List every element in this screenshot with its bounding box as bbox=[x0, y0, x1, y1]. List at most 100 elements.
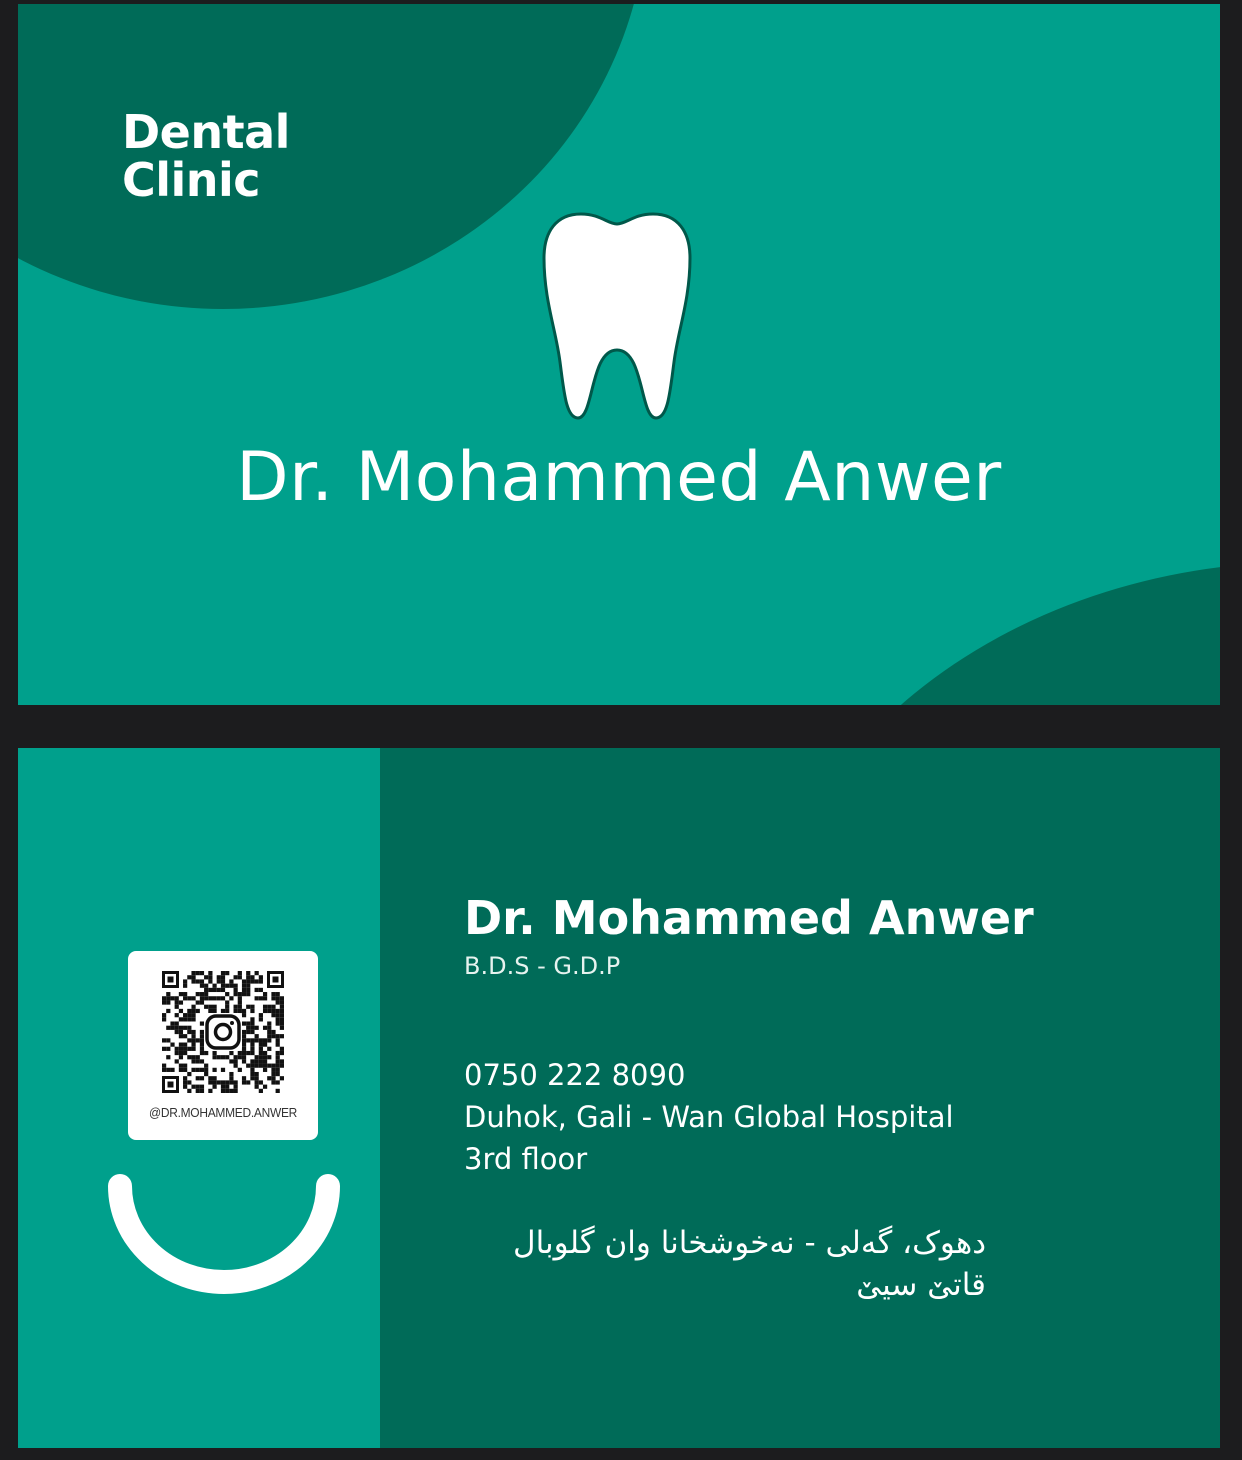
qr-module bbox=[183, 1067, 188, 1072]
qr-module bbox=[271, 1063, 276, 1068]
qr-module bbox=[258, 996, 263, 1001]
qr-module bbox=[187, 1088, 192, 1093]
qr-module bbox=[162, 1046, 167, 1051]
qr-module bbox=[191, 1059, 196, 1064]
qr-module bbox=[187, 1080, 192, 1085]
qr-module bbox=[220, 1088, 226, 1093]
qr-module bbox=[237, 971, 242, 976]
qr-module bbox=[241, 1029, 247, 1035]
qr-module bbox=[262, 1025, 268, 1030]
qr-module bbox=[199, 996, 205, 1001]
qr-module bbox=[199, 983, 205, 988]
qr-module bbox=[258, 1055, 263, 1060]
qr-code[interactable] bbox=[162, 971, 284, 1093]
qr-module bbox=[220, 1055, 226, 1060]
qr-module bbox=[275, 1080, 280, 1085]
qr-module bbox=[220, 996, 226, 1001]
contact-info: Dr. Mohammed Anwer B.D.S - G.D.P 0750 22… bbox=[464, 888, 1034, 1306]
qr-module bbox=[250, 1017, 255, 1022]
qr-module bbox=[246, 1063, 251, 1068]
qr-module bbox=[233, 1084, 238, 1089]
qr-module bbox=[267, 1038, 272, 1043]
qr-module bbox=[241, 1055, 247, 1060]
qr-module bbox=[212, 996, 217, 1001]
qr-module bbox=[191, 975, 196, 980]
qr-module bbox=[233, 1080, 238, 1085]
qr-module bbox=[178, 1067, 184, 1072]
qr-module bbox=[246, 1004, 251, 1009]
qr-module bbox=[199, 1029, 205, 1035]
qr-module bbox=[279, 1046, 284, 1051]
qr-module bbox=[183, 1063, 188, 1068]
qr-module bbox=[241, 1034, 247, 1039]
qr-module bbox=[162, 996, 167, 1001]
qr-module bbox=[262, 1050, 268, 1056]
qr-module bbox=[237, 992, 242, 997]
qr-module bbox=[254, 1080, 259, 1085]
qr-module bbox=[262, 1038, 268, 1043]
qr-module bbox=[187, 1013, 192, 1018]
qr-module bbox=[178, 1050, 184, 1056]
qr-module bbox=[258, 1038, 263, 1043]
qr-module bbox=[233, 1008, 238, 1014]
qr-module bbox=[162, 1013, 167, 1018]
qr-module bbox=[183, 1080, 188, 1085]
qr-module bbox=[199, 1000, 205, 1005]
qr-module bbox=[178, 992, 184, 997]
qr-module bbox=[191, 1008, 196, 1014]
qr-module bbox=[199, 979, 205, 984]
qr-module bbox=[279, 1076, 284, 1081]
qr-module bbox=[246, 1029, 251, 1035]
qr-module bbox=[187, 1025, 192, 1030]
doctor-name-back: Dr. Mohammed Anwer bbox=[464, 891, 1034, 945]
qr-module bbox=[275, 996, 280, 1001]
qr-module bbox=[191, 971, 196, 976]
qr-module bbox=[246, 992, 251, 997]
qr-module bbox=[233, 1055, 238, 1060]
qr-module bbox=[199, 1076, 205, 1081]
qr-module bbox=[166, 1025, 171, 1030]
qr-module bbox=[229, 1050, 234, 1056]
qr-module bbox=[183, 983, 188, 988]
qr-module bbox=[162, 1000, 167, 1005]
qr-module bbox=[271, 996, 276, 1001]
qr-module bbox=[220, 975, 226, 980]
qr-module bbox=[208, 975, 213, 980]
qr-module bbox=[271, 1004, 276, 1009]
qr-module bbox=[225, 1004, 230, 1009]
corner-shape-bottom-right bbox=[753, 562, 1220, 705]
qr-module bbox=[254, 1055, 259, 1060]
qr-module bbox=[195, 992, 200, 997]
left-panel: @DR.MOHAMMED.ANWER bbox=[18, 748, 380, 1448]
qr-card[interactable]: @DR.MOHAMMED.ANWER bbox=[128, 951, 318, 1140]
qr-module bbox=[275, 1038, 280, 1043]
qr-module bbox=[183, 1046, 188, 1051]
qr-module bbox=[208, 979, 213, 984]
qr-module bbox=[225, 983, 230, 988]
qr-module bbox=[162, 1067, 167, 1072]
qr-module bbox=[246, 983, 251, 988]
qr-module bbox=[275, 1071, 280, 1077]
qr-module bbox=[271, 1067, 276, 1072]
qr-module bbox=[191, 1029, 196, 1035]
qr-module bbox=[183, 1050, 188, 1056]
phone-number[interactable]: 0750 222 8090 bbox=[464, 1054, 1034, 1096]
qr-module bbox=[208, 1004, 213, 1009]
qr-module bbox=[275, 1050, 280, 1056]
qr-module bbox=[204, 987, 209, 993]
qr-module bbox=[246, 975, 251, 980]
qr-module bbox=[187, 1029, 192, 1035]
qr-module bbox=[174, 1029, 179, 1035]
qr-module bbox=[166, 996, 171, 1001]
qr-module bbox=[246, 1038, 251, 1043]
qr-module bbox=[195, 1084, 200, 1089]
qr-module bbox=[233, 992, 238, 997]
qr-module bbox=[174, 1059, 179, 1064]
qr-module bbox=[183, 992, 188, 997]
qr-module bbox=[275, 1017, 280, 1022]
qr-module bbox=[220, 987, 226, 993]
qr-module bbox=[279, 1017, 284, 1022]
qr-module bbox=[183, 1025, 188, 1030]
qr-module bbox=[241, 992, 247, 997]
qr-module bbox=[183, 1076, 188, 1081]
